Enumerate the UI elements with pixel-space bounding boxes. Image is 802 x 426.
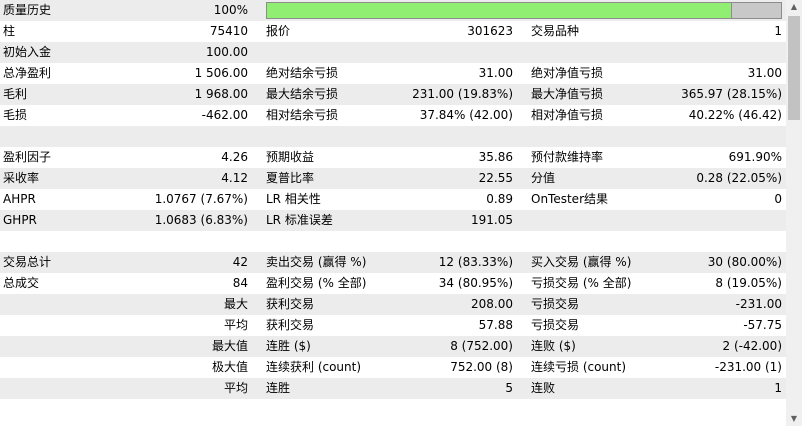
row-value: 365.97 (28.15%) bbox=[681, 87, 782, 101]
row-value: -57.75 bbox=[743, 318, 782, 332]
report-row: 平均 连胜 5 连败 1 bbox=[0, 378, 786, 399]
scroll-down-icon[interactable]: ▼ bbox=[786, 412, 802, 426]
row-value: 0.28 (22.05%) bbox=[696, 171, 782, 185]
row-value bbox=[640, 231, 782, 252]
row-value: 4.26 bbox=[221, 150, 248, 164]
quality-row: 质量历史 100% bbox=[0, 0, 786, 21]
row-value bbox=[640, 126, 782, 147]
row-label: 柱 bbox=[3, 24, 16, 38]
report-row: 交易总计 42 卖出交易 (赢得 %) 12 (83.33%) 买入交易 (赢得 %) 3… bbox=[0, 252, 786, 273]
report-row: 平均 获利交易 57.88 亏损交易 -57.75 bbox=[0, 315, 786, 336]
row-value: 37.84% (42.00) bbox=[419, 108, 513, 122]
cutoff-next-row bbox=[0, 414, 786, 426]
row-value: 8 (19.05%) bbox=[715, 276, 782, 290]
row-label bbox=[3, 126, 153, 147]
row-value bbox=[390, 42, 513, 63]
row-value: 平均 bbox=[223, 318, 248, 332]
scroll-thumb[interactable] bbox=[788, 16, 800, 120]
row-value: 40.22% (46.42) bbox=[688, 108, 782, 122]
row-value: 1 506.00 bbox=[194, 66, 248, 80]
row-label: AHPR bbox=[3, 192, 36, 206]
row-value: 0 bbox=[774, 192, 782, 206]
row-label: 毛利 bbox=[3, 87, 28, 101]
row-value bbox=[640, 42, 782, 63]
quality-progress-bar bbox=[266, 2, 782, 19]
report-row: 初始入金 100.00 bbox=[0, 42, 786, 63]
row-label: GHPR bbox=[3, 213, 37, 227]
report-row: 采收率 4.12 夏普比率 22.55 分值 0.28 (22.05%) bbox=[0, 168, 786, 189]
report-row: 极大值 连续获利 (count) 752.00 (8) 连续亏损 (count) -23… bbox=[0, 357, 786, 378]
row-value bbox=[150, 126, 248, 147]
row-value: 231.00 (19.83%) bbox=[412, 87, 513, 101]
row-value: 8 (752.00) bbox=[450, 339, 513, 353]
row-value: 1.0767 (7.67%) bbox=[154, 192, 248, 206]
quality-label: 质量历史 bbox=[3, 3, 52, 17]
row-value: 34 (80.95%) bbox=[438, 276, 513, 290]
report-row: 最大值 连胜 ($) 8 (752.00) 连败 ($) 2 (-42.00) bbox=[0, 336, 786, 357]
report-row: 最大 获利交易 208.00 亏损交易 -231.00 bbox=[0, 294, 786, 315]
row-value: 极大值 bbox=[211, 360, 248, 374]
row-value: 5 bbox=[505, 381, 513, 395]
quality-value: 100% bbox=[213, 3, 248, 17]
row-value: 22.55 bbox=[478, 171, 513, 185]
row-value: 平均 bbox=[223, 381, 248, 395]
row-value: -462.00 bbox=[201, 108, 248, 122]
row-value: 100.00 bbox=[206, 45, 248, 59]
report-row: 毛损 -462.00 相对结余亏损 37.84% (42.00) 相对净值亏损 40.22… bbox=[0, 105, 786, 126]
row-value: 75410 bbox=[209, 24, 248, 38]
report-row: 总成交 84 盈利交易 (% 全部) 34 (80.95%) 亏损交易 (% 全部) 8 … bbox=[0, 273, 786, 294]
row-label: 初始入金 bbox=[3, 45, 52, 59]
report-row: 柱 75410 报价 301623 交易品种 1 bbox=[0, 21, 786, 42]
row-label: 盈利因子 bbox=[3, 150, 52, 164]
row-label: 交易总计 bbox=[3, 255, 52, 269]
report-row: AHPR 1.0767 (7.67%) LR 相关性 0.89 OnTester结果 0 bbox=[0, 189, 786, 210]
row-label: 毛损 bbox=[3, 108, 28, 122]
row-value: 1 bbox=[774, 24, 782, 38]
row-value: 4.12 bbox=[221, 171, 248, 185]
row-value: 最大值 bbox=[211, 339, 248, 353]
row-value: 42 bbox=[232, 255, 248, 269]
row-value bbox=[150, 231, 248, 252]
vertical-scrollbar[interactable]: ▲ ▼ bbox=[786, 0, 802, 426]
row-value: 2 (-42.00) bbox=[722, 339, 783, 353]
tester-report: 质量历史 100% 柱 75410 报价 301623 交易品种 1 初始入金 100.00 总… bbox=[0, 0, 786, 426]
report-row: 总净盈利 1 506.00 绝对结余亏损 31.00 绝对净值亏损 31.00 bbox=[0, 63, 786, 84]
quality-progress-fill bbox=[267, 3, 733, 18]
row-value: 752.00 (8) bbox=[450, 360, 513, 374]
row-label: 采收率 bbox=[3, 171, 40, 185]
row-value: 691.90% bbox=[728, 150, 782, 164]
row-value bbox=[390, 231, 513, 252]
row-label bbox=[3, 231, 153, 252]
report-row: 盈利因子 4.26 预期收益 35.86 预付款维持率 691.90% bbox=[0, 147, 786, 168]
row-value: 1.0683 (6.83%) bbox=[154, 213, 248, 227]
report-row: GHPR 1.0683 (6.83%) LR 标准误差 191.05 bbox=[0, 210, 786, 231]
report-row: 毛利 1 968.00 最大结余亏损 231.00 (19.83%) 最大净值亏损 365… bbox=[0, 84, 786, 105]
row-label: 总成交 bbox=[3, 276, 40, 290]
row-value: 最大 bbox=[223, 297, 248, 311]
row-value: 31.00 bbox=[747, 66, 782, 80]
row-value: 84 bbox=[232, 276, 248, 290]
row-label: 总净盈利 bbox=[3, 66, 52, 80]
row-value: 208.00 bbox=[471, 297, 513, 311]
row-value: 1 968.00 bbox=[194, 87, 248, 101]
row-value: 31.00 bbox=[478, 66, 513, 80]
report-row bbox=[0, 126, 786, 147]
scroll-up-icon[interactable]: ▲ bbox=[786, 0, 802, 14]
row-value: 0.89 bbox=[486, 192, 513, 206]
row-value bbox=[390, 126, 513, 147]
row-value bbox=[640, 210, 782, 231]
row-value: 35.86 bbox=[478, 150, 513, 164]
row-value: -231.00 bbox=[735, 297, 782, 311]
row-value: 191.05 bbox=[471, 213, 513, 227]
report-row bbox=[0, 231, 786, 252]
row-value: 30 (80.00%) bbox=[707, 255, 782, 269]
row-value: 12 (83.33%) bbox=[438, 255, 513, 269]
row-value: -231.00 (1) bbox=[714, 360, 782, 374]
row-value: 1 bbox=[774, 381, 782, 395]
row-value: 301623 bbox=[467, 24, 513, 38]
row-value: 57.88 bbox=[478, 318, 513, 332]
